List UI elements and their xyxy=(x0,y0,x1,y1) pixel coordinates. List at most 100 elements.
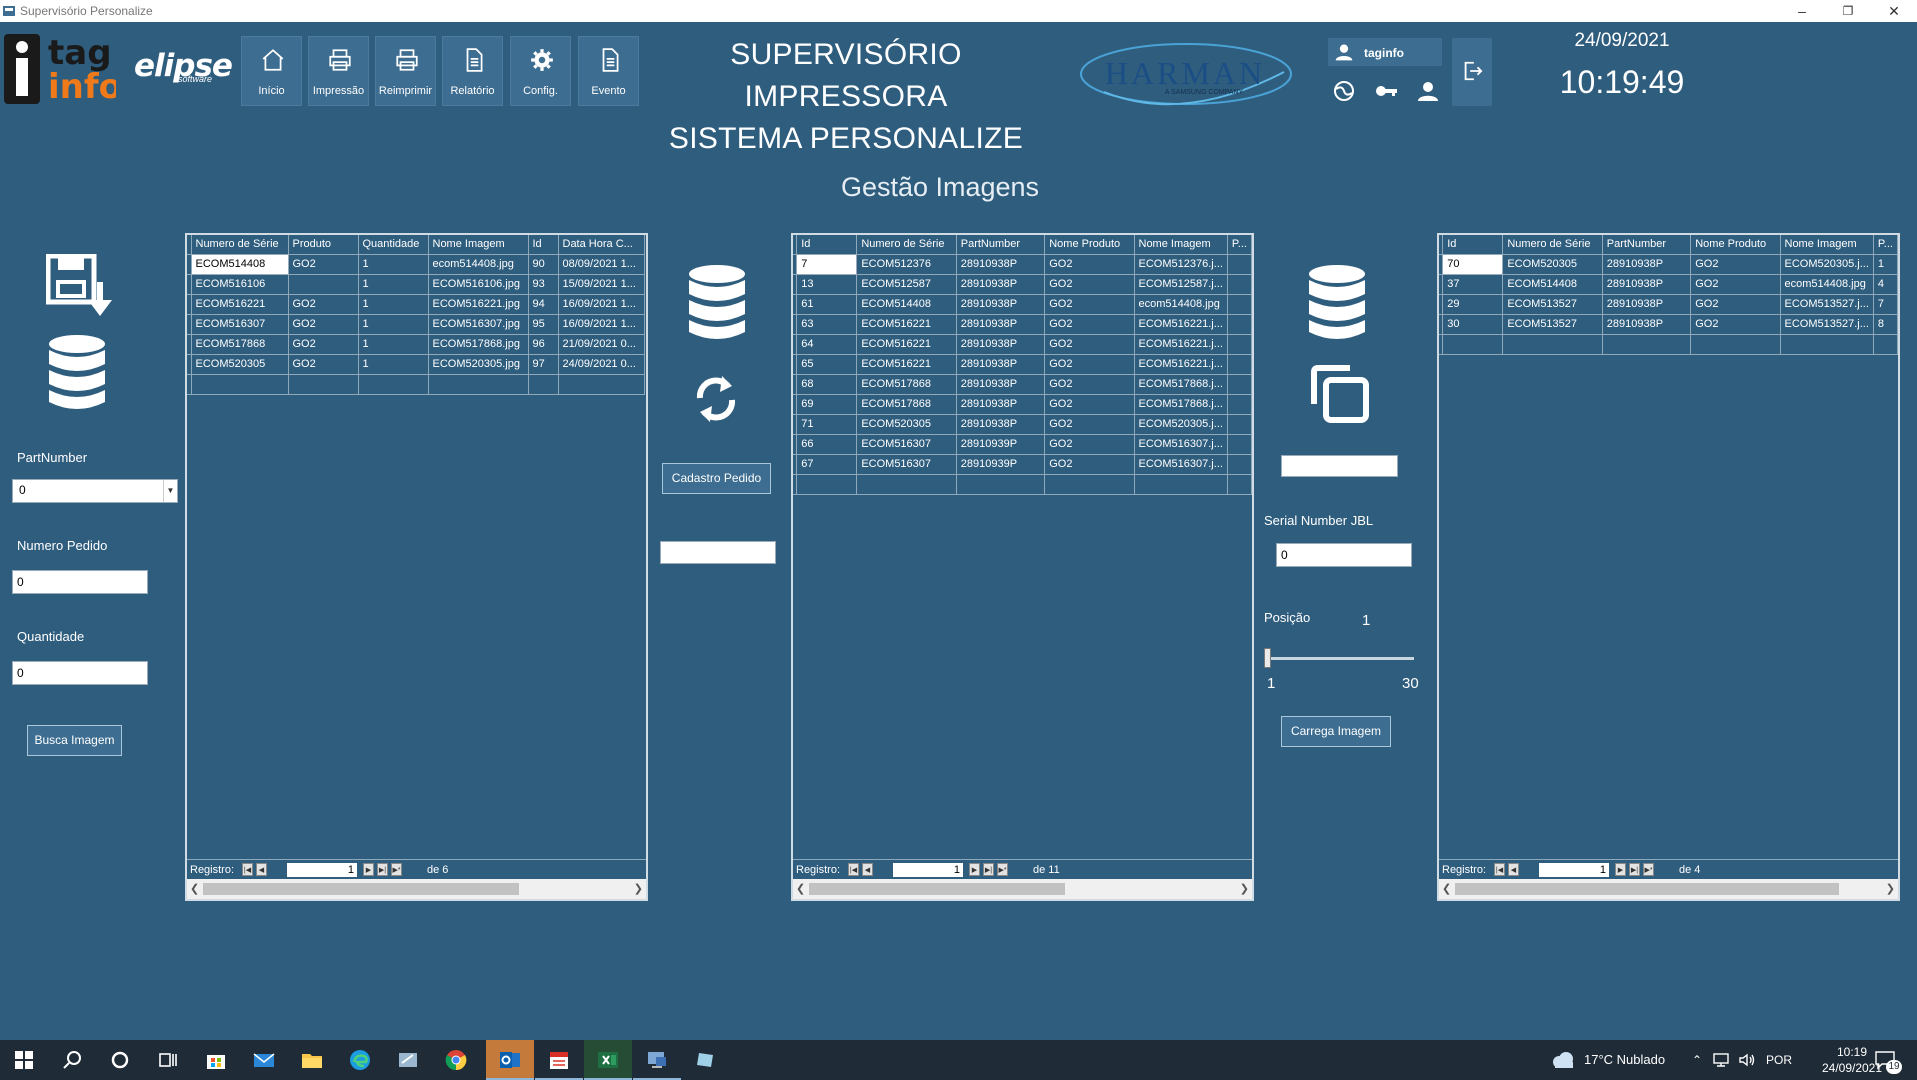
table-row[interactable]: ECOM520305 GO2 1 ECOM520305.jpg 97 24/09/2021… xyxy=(187,354,645,375)
posicao-slider-thumb[interactable] xyxy=(1264,648,1271,668)
cloud-icon[interactable] xyxy=(1550,1050,1576,1070)
copy-icon[interactable] xyxy=(1308,362,1372,426)
table-row[interactable]: 61 ECOM514408 28910938P GO2 ecom514408.jpg xyxy=(793,294,1252,315)
next-record-button[interactable]: ▶ xyxy=(363,863,374,876)
column-header[interactable]: Nome Produto xyxy=(1690,235,1781,255)
edge-app[interactable] xyxy=(336,1040,384,1080)
scroll-right-icon[interactable]: ❯ xyxy=(634,882,643,895)
minimize-button[interactable]: – xyxy=(1779,0,1825,22)
last-record-button[interactable]: ▶| xyxy=(1629,863,1640,876)
logout-button[interactable] xyxy=(1452,38,1492,106)
column-header[interactable]: PartNumber xyxy=(1602,235,1692,255)
partnumber-select[interactable]: 0 ▼ xyxy=(12,479,178,503)
cadastro-pedido-button[interactable]: Cadastro Pedido xyxy=(662,463,771,494)
task-view-button[interactable] xyxy=(144,1040,192,1080)
first-record-button[interactable]: |◀ xyxy=(242,863,253,876)
next-record-button[interactable]: ▶ xyxy=(969,863,980,876)
table-row[interactable]: 65 ECOM516221 28910938P GO2 ECOM516221.j... xyxy=(793,354,1252,375)
table-row[interactable]: 29 ECOM513527 28910938P GO2 ECOM513527.j... 7 xyxy=(1439,294,1898,315)
column-header[interactable]: Id xyxy=(1442,235,1504,255)
table-row-new[interactable] xyxy=(793,474,1252,495)
database-icon[interactable] xyxy=(1308,262,1366,346)
column-header[interactable]: Numero de Série xyxy=(1502,235,1603,255)
column-header[interactable]: Nome Imagem xyxy=(1780,235,1874,255)
table-row[interactable]: 67 ECOM516307 28910939P GO2 ECOM516307.j... xyxy=(793,454,1252,475)
horizontal-scrollbar[interactable]: ❮ ❯ xyxy=(1439,879,1898,899)
table-row[interactable]: ECOM516106 1 ECOM516106.jpg 93 15/09/2021 1.… xyxy=(187,274,645,295)
numero-pedido-input[interactable] xyxy=(12,570,148,594)
column-header[interactable]: Id xyxy=(796,235,858,255)
store-app[interactable] xyxy=(192,1040,240,1080)
table-row[interactable]: ECOM516221 GO2 1 ECOM516221.jpg 94 16/09/2021… xyxy=(187,294,645,315)
outlook-app[interactable] xyxy=(486,1040,534,1080)
volume-icon[interactable] xyxy=(1738,1053,1756,1067)
nav-reimprimir-button[interactable]: Reimprimir xyxy=(375,36,436,106)
app-icon-taskbar[interactable] xyxy=(682,1040,730,1080)
next-record-button[interactable]: ▶ xyxy=(1615,863,1626,876)
posicao-slider-track[interactable] xyxy=(1266,657,1414,660)
chrome-app[interactable] xyxy=(432,1040,480,1080)
horizontal-scrollbar[interactable]: ❮ ❯ xyxy=(793,879,1252,899)
table-row-new[interactable] xyxy=(187,374,645,395)
prev-record-button[interactable]: ◀ xyxy=(256,863,267,876)
table-row[interactable]: 69 ECOM517868 28910938P GO2 ECOM517868.j... xyxy=(793,394,1252,415)
column-header[interactable]: Id xyxy=(528,235,559,255)
prev-record-button[interactable]: ◀ xyxy=(862,863,873,876)
scroll-left-icon[interactable]: ❮ xyxy=(1442,882,1451,895)
scrollbar-thumb[interactable] xyxy=(809,883,1065,895)
last-record-button[interactable]: ▶| xyxy=(983,863,994,876)
table-row[interactable]: 63 ECOM516221 28910938P GO2 ECOM516221.j... xyxy=(793,314,1252,335)
scroll-left-icon[interactable]: ❮ xyxy=(796,882,805,895)
table-row[interactable]: ECOM514408 GO2 1 ecom514408.jpg 90 08/09/2021… xyxy=(187,253,645,275)
language-button[interactable] xyxy=(1328,76,1360,106)
mail-app[interactable] xyxy=(240,1040,288,1080)
refresh-icon[interactable] xyxy=(692,370,740,426)
database-icon[interactable] xyxy=(48,334,106,414)
database-icon[interactable] xyxy=(688,262,746,346)
column-header[interactable]: Nome Imagem xyxy=(1134,235,1228,255)
busca-imagem-button[interactable]: Busca Imagem xyxy=(27,725,122,756)
horizontal-scrollbar[interactable]: ❮ ❯ xyxy=(187,879,646,899)
nav-relatorio-button[interactable]: Relatório xyxy=(442,36,503,106)
remote-desktop-app[interactable] xyxy=(633,1040,681,1080)
table-row[interactable]: 13 ECOM512587 28910938P GO2 ECOM512587.j... xyxy=(793,274,1252,295)
table-row[interactable]: ECOM517868 GO2 1 ECOM517868.jpg 96 21/09/2021… xyxy=(187,334,645,355)
nav-impressao-button[interactable]: Impressão xyxy=(308,36,369,106)
table-row[interactable]: 71 ECOM520305 28910938P GO2 ECOM520305.j... xyxy=(793,414,1252,435)
start-button[interactable] xyxy=(0,1040,48,1080)
save-download-icon[interactable] xyxy=(46,254,114,318)
record-position-input[interactable]: 1 xyxy=(1539,863,1609,877)
column-header[interactable]: Quantidade xyxy=(358,235,429,255)
carrega-imagem-button[interactable]: Carrega Imagem xyxy=(1281,716,1391,747)
nav-config-button[interactable]: Config. xyxy=(510,36,571,106)
scroll-right-icon[interactable]: ❯ xyxy=(1240,882,1249,895)
record-position-input[interactable]: 1 xyxy=(287,863,357,877)
serial-number-input[interactable] xyxy=(1276,543,1412,567)
column-header[interactable]: Data Hora C... xyxy=(558,235,645,255)
close-button[interactable]: ✕ xyxy=(1871,0,1917,22)
notes-app[interactable] xyxy=(384,1040,432,1080)
new-record-button[interactable]: ▶* xyxy=(997,863,1008,876)
scroll-right-icon[interactable]: ❯ xyxy=(1886,882,1895,895)
excel-app[interactable] xyxy=(584,1040,632,1080)
table-row[interactable]: 68 ECOM517868 28910938P GO2 ECOM517868.j... xyxy=(793,374,1252,395)
scrollbar-thumb[interactable] xyxy=(203,883,519,895)
scroll-left-icon[interactable]: ❮ xyxy=(190,882,199,895)
change-password-button[interactable] xyxy=(1370,76,1402,106)
calendar-app[interactable] xyxy=(535,1040,583,1080)
scrollbar-thumb[interactable] xyxy=(1455,883,1839,895)
column-header[interactable]: Nome Imagem xyxy=(428,235,529,255)
user-management-button[interactable] xyxy=(1412,76,1444,106)
language-indicator[interactable]: POR xyxy=(1766,1040,1792,1080)
table-row[interactable]: 70 ECOM520305 28910938P GO2 ECOM520305.j... 1 xyxy=(1439,253,1898,275)
tray-expand-icon[interactable]: ⌃ xyxy=(1692,1040,1702,1080)
first-record-button[interactable]: |◀ xyxy=(1494,863,1505,876)
quantidade-input[interactable] xyxy=(12,661,148,685)
table-row[interactable]: 7 ECOM512376 28910938P GO2 ECOM512376.j... xyxy=(793,253,1252,275)
column-header[interactable]: Numero de Série xyxy=(191,235,289,255)
new-record-button[interactable]: ▶* xyxy=(391,863,402,876)
table-row[interactable]: 30 ECOM513527 28910938P GO2 ECOM513527.j... 8 xyxy=(1439,314,1898,335)
record-position-input[interactable]: 1 xyxy=(893,863,963,877)
search-button[interactable] xyxy=(48,1040,96,1080)
table-row[interactable]: 37 ECOM514408 28910938P GO2 ecom514408.jpg 4 xyxy=(1439,274,1898,295)
